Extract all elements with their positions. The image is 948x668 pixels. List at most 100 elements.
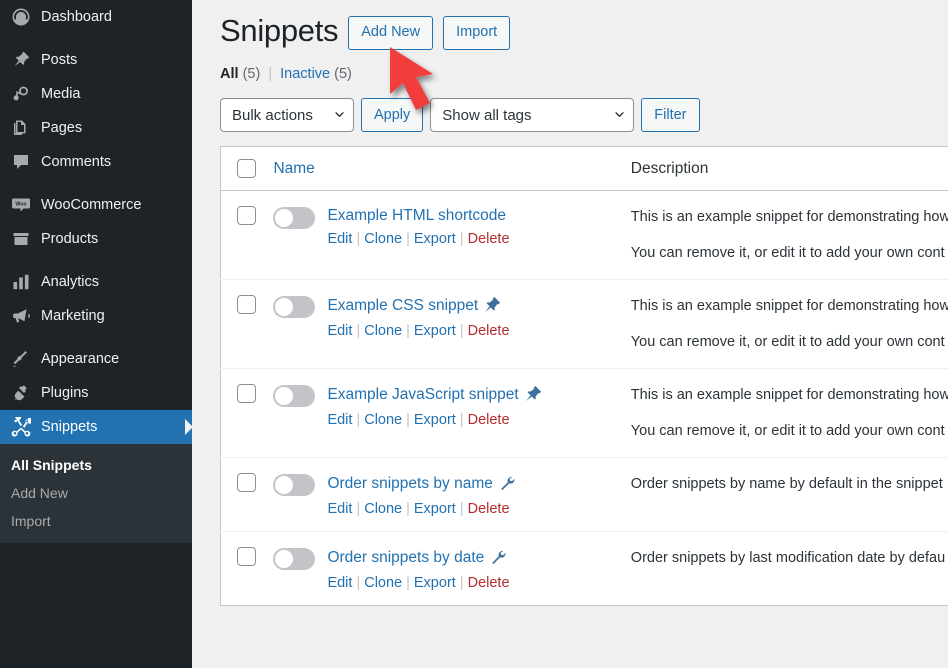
sidebar-item-label: Pages bbox=[41, 119, 83, 136]
snippet-name-cell: Example CSS snippet Edit | Clone | Export | Del… bbox=[273, 279, 630, 368]
select-all-checkbox[interactable] bbox=[237, 159, 256, 178]
sidebar-item-appearance[interactable]: Appearance bbox=[0, 342, 192, 376]
bulk-actions-select[interactable]: Bulk actions bbox=[220, 98, 354, 132]
sidebar-item-label: Analytics bbox=[41, 273, 100, 290]
dashboard-icon bbox=[11, 7, 31, 27]
menu-separator bbox=[0, 179, 192, 188]
row-checkbox[interactable] bbox=[237, 383, 256, 403]
wrench-icon bbox=[489, 548, 506, 569]
delete-link[interactable]: Delete bbox=[468, 412, 510, 428]
sidebar-item-snippets[interactable]: Snippets bbox=[0, 410, 192, 444]
edit-link[interactable]: Edit bbox=[327, 575, 352, 591]
snippet-description-line: Order snippets by name by default in the… bbox=[630, 475, 943, 492]
row-select-cell bbox=[221, 457, 274, 531]
wrench-icon bbox=[498, 474, 515, 495]
table-row: Example CSS snippet Edit | Clone | Export | Del… bbox=[220, 279, 948, 368]
submenu-item-all-snippets[interactable]: All Snippets bbox=[0, 451, 192, 479]
edit-link[interactable]: Edit bbox=[327, 501, 352, 517]
toggle-knob bbox=[275, 475, 294, 494]
sidebar-item-comments[interactable]: Comments bbox=[0, 145, 192, 179]
snippet-title-link[interactable]: Example HTML shortcode bbox=[327, 207, 506, 224]
woocommerce-icon: Woo bbox=[11, 195, 31, 215]
admin-sidebar: Dashboard Posts Media Pages Comments Woo WooCo… bbox=[0, 0, 192, 668]
submenu-item-import[interactable]: Import bbox=[0, 507, 192, 535]
tags-filter-value: Show all tags bbox=[442, 106, 532, 124]
sidebar-item-marketing[interactable]: Marketing bbox=[0, 299, 192, 333]
snippet-activate-toggle[interactable] bbox=[273, 207, 316, 229]
sidebar-item-label: WooCommerce bbox=[41, 196, 142, 213]
snippet-title-link[interactable]: Example CSS snippet bbox=[327, 297, 478, 314]
sidebar-item-plugins[interactable]: Plugins bbox=[0, 376, 192, 410]
sidebar-item-analytics[interactable]: Analytics bbox=[0, 265, 192, 299]
action-separator: | bbox=[406, 411, 410, 428]
sidebar-item-media[interactable]: Media bbox=[0, 77, 192, 111]
sidebar-item-pages[interactable]: Pages bbox=[0, 111, 192, 145]
sidebar-item-label: Snippets bbox=[41, 418, 98, 435]
snippet-title-link[interactable]: Order snippets by name bbox=[327, 475, 492, 492]
row-select-cell bbox=[221, 531, 274, 605]
export-link[interactable]: Export bbox=[414, 323, 456, 339]
apply-button[interactable]: Apply bbox=[361, 98, 424, 132]
sort-by-name-link[interactable]: Name bbox=[273, 160, 314, 177]
row-checkbox[interactable] bbox=[237, 294, 256, 314]
chevron-down-icon bbox=[335, 112, 344, 117]
snippet-description-cell: Order snippets by name by default in the… bbox=[631, 457, 948, 531]
media-icon bbox=[11, 84, 31, 104]
snippet-activate-toggle[interactable] bbox=[273, 295, 316, 318]
edit-link[interactable]: Edit bbox=[327, 231, 352, 247]
import-button[interactable]: Import bbox=[443, 16, 511, 50]
edit-link[interactable]: Edit bbox=[327, 323, 352, 339]
marketing-icon bbox=[11, 306, 31, 326]
view-all-link[interactable]: All bbox=[220, 66, 239, 82]
delete-link[interactable]: Delete bbox=[468, 231, 510, 247]
plugins-icon bbox=[11, 383, 31, 403]
add-new-button[interactable]: Add New bbox=[348, 16, 434, 50]
snippet-activate-toggle[interactable] bbox=[273, 473, 316, 496]
table-row: Order snippets by name Edit | Clone | Export |… bbox=[220, 457, 948, 531]
export-link[interactable]: Export bbox=[414, 501, 456, 517]
menu-separator bbox=[0, 34, 192, 43]
sidebar-item-products[interactable]: Products bbox=[0, 222, 192, 256]
clone-link[interactable]: Clone bbox=[364, 575, 402, 591]
action-separator: | bbox=[356, 231, 361, 247]
table-row: Example JavaScript snippet Edit | Clone | Exp… bbox=[220, 368, 948, 457]
row-actions: Edit | Clone | Export | Delete bbox=[327, 323, 509, 339]
view-inactive-link[interactable]: Inactive bbox=[280, 66, 330, 82]
row-actions: Edit | Clone | Export | Delete bbox=[327, 501, 514, 517]
filter-button[interactable]: Filter bbox=[641, 98, 700, 132]
action-separator: | bbox=[459, 231, 464, 247]
snippet-title-link[interactable]: Example JavaScript snippet bbox=[327, 386, 518, 403]
sidebar-item-woocommerce[interactable]: Woo WooCommerce bbox=[0, 188, 192, 222]
products-icon bbox=[11, 229, 31, 249]
delete-link[interactable]: Delete bbox=[468, 501, 510, 517]
scissors-icon bbox=[11, 417, 31, 437]
comments-icon bbox=[11, 152, 31, 172]
row-checkbox[interactable] bbox=[237, 546, 256, 566]
snippet-activate-toggle[interactable] bbox=[273, 384, 316, 407]
menu-separator bbox=[0, 256, 192, 265]
export-link[interactable]: Export bbox=[414, 412, 456, 428]
clone-link[interactable]: Clone bbox=[364, 231, 402, 247]
clone-link[interactable]: Clone bbox=[364, 501, 402, 517]
clone-link[interactable]: Clone bbox=[364, 412, 402, 428]
delete-link[interactable]: Delete bbox=[468, 575, 510, 591]
snippet-title-link[interactable]: Order snippets by date bbox=[327, 549, 484, 566]
row-checkbox[interactable] bbox=[237, 472, 256, 492]
snippet-activate-toggle[interactable] bbox=[273, 547, 316, 570]
column-header-name: Name bbox=[273, 146, 631, 191]
clone-link[interactable]: Clone bbox=[364, 323, 402, 339]
edit-link[interactable]: Edit bbox=[327, 412, 352, 428]
sidebar-item-posts[interactable]: Posts bbox=[0, 43, 192, 77]
action-separator: | bbox=[406, 574, 410, 591]
delete-link[interactable]: Delete bbox=[468, 323, 510, 339]
action-separator: | bbox=[459, 500, 464, 517]
submenu-item-add-new[interactable]: Add New bbox=[0, 479, 192, 507]
export-link[interactable]: Export bbox=[414, 575, 456, 591]
sidebar-item-dashboard[interactable]: Dashboard bbox=[0, 0, 192, 34]
tags-filter-select[interactable]: Show all tags bbox=[430, 98, 635, 132]
row-select-cell bbox=[221, 368, 274, 457]
snippets-table: Name Description Example HTML shortcode E… bbox=[220, 146, 948, 606]
pin-icon bbox=[483, 296, 501, 317]
row-checkbox[interactable] bbox=[237, 206, 256, 225]
export-link[interactable]: Export bbox=[414, 231, 456, 247]
